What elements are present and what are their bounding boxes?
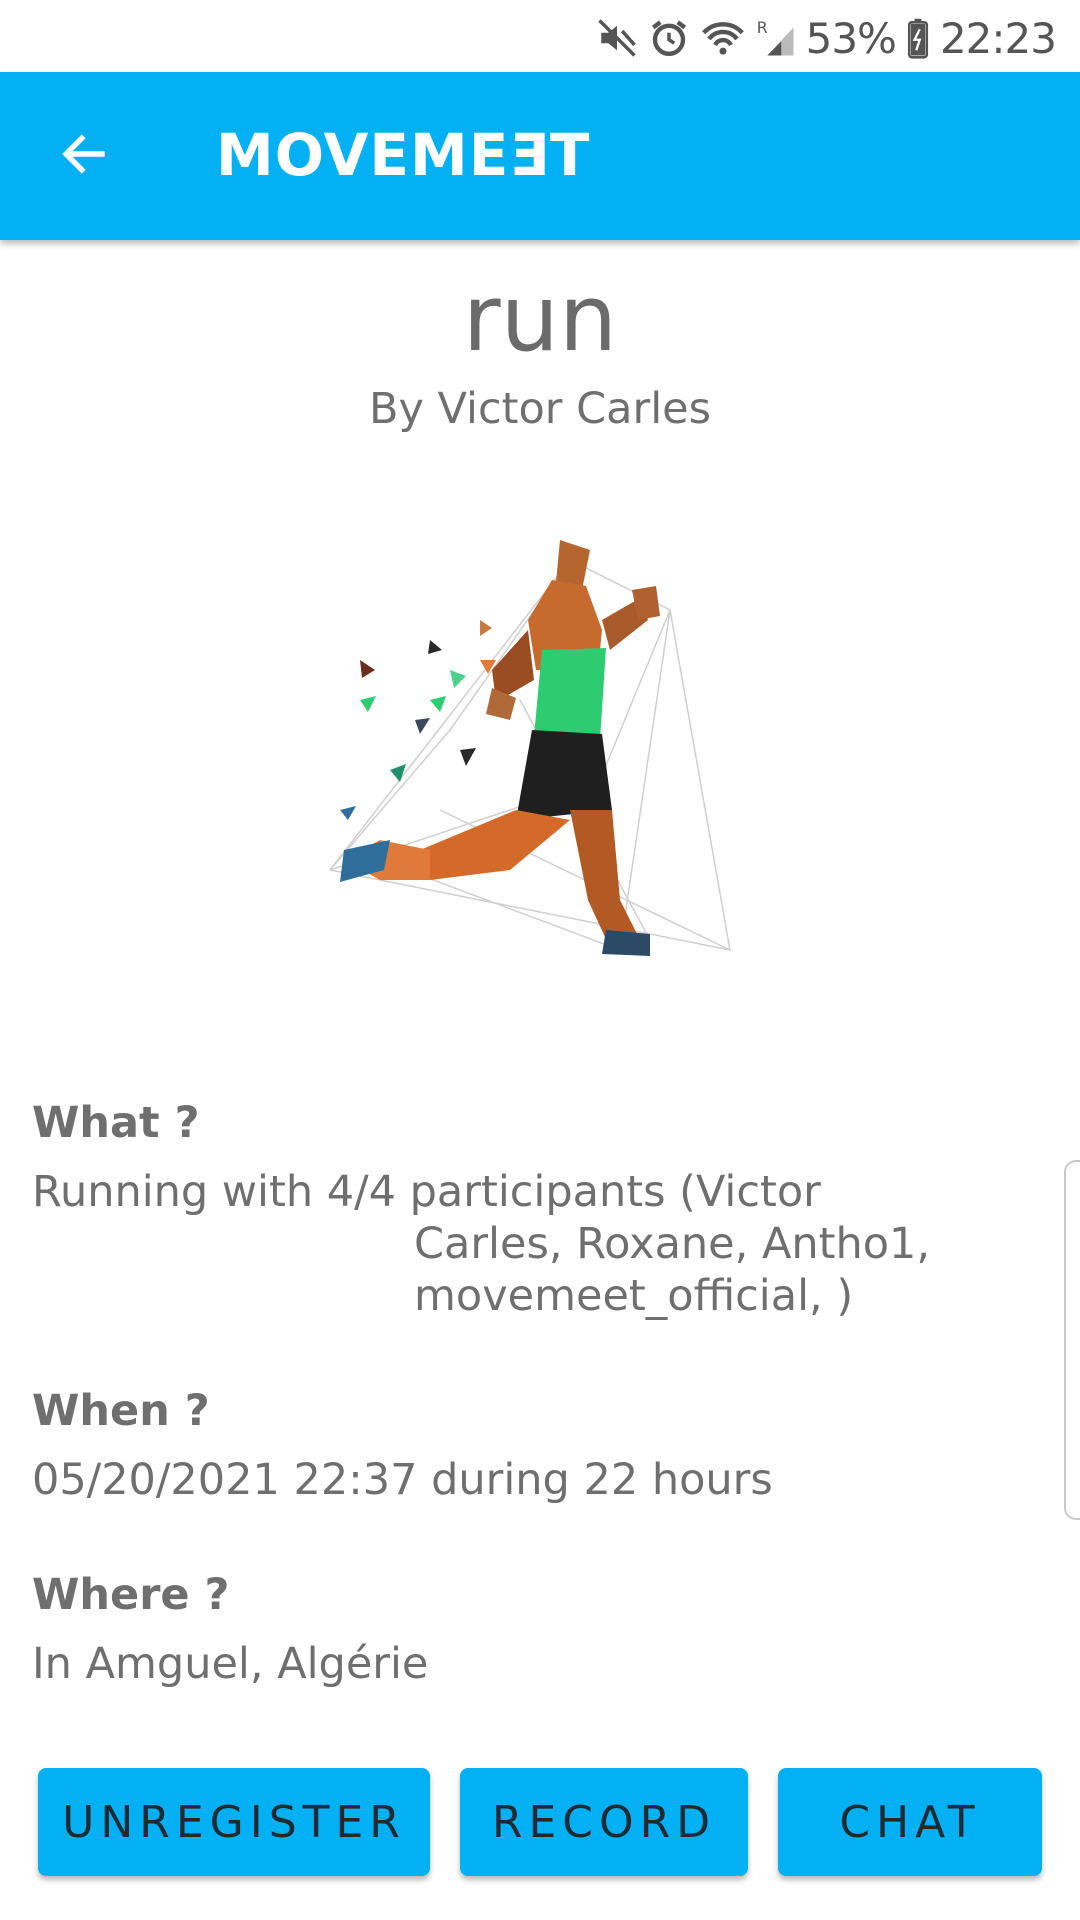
event-title: run: [462, 265, 618, 372]
where-value: In Amguel, Algérie: [32, 1639, 429, 1689]
back-button[interactable]: [44, 116, 124, 196]
status-bar: R 53% 22:23: [0, 0, 1080, 72]
clock: 22:23: [939, 13, 1057, 63]
scroll-indicator[interactable]: [1064, 1160, 1080, 1520]
battery-charging-icon: [906, 17, 930, 59]
battery-percent: 53%: [805, 13, 897, 63]
event-author: By Victor Carles: [368, 384, 712, 434]
status-icons: R 53% 22:23: [596, 10, 1057, 66]
mute-icon: [596, 17, 638, 59]
what-value-line-3: movemeet_official, ): [414, 1271, 854, 1321]
what-value-line-2: Carles, Roxane, Antho1,: [414, 1219, 931, 1269]
when-label: When ?: [32, 1386, 210, 1436]
what-value-line-1: Running with 4/4 participants (Victor: [32, 1167, 821, 1217]
arrow-left-icon: [57, 127, 111, 185]
where-label: Where ?: [32, 1570, 230, 1620]
svg-text:R: R: [756, 18, 767, 37]
roaming-signal-icon: R: [756, 17, 796, 59]
alarm-icon: [648, 17, 690, 59]
runner-illustration: [320, 520, 740, 980]
app-bar: MOVEMEƎT: [0, 72, 1080, 240]
app-title: MOVEMEƎT: [216, 121, 591, 189]
wifi-icon: [700, 17, 746, 59]
unregister-button[interactable]: UNREGISTER: [38, 1768, 430, 1876]
what-value: Running with 4/4 participants (Victor Ca…: [32, 1166, 930, 1322]
when-value: 05/20/2021 22:37 during 22 hours: [32, 1455, 773, 1505]
record-button[interactable]: RECORD: [460, 1768, 748, 1876]
what-label: What ?: [32, 1098, 200, 1148]
chat-button[interactable]: CHAT: [778, 1768, 1042, 1876]
